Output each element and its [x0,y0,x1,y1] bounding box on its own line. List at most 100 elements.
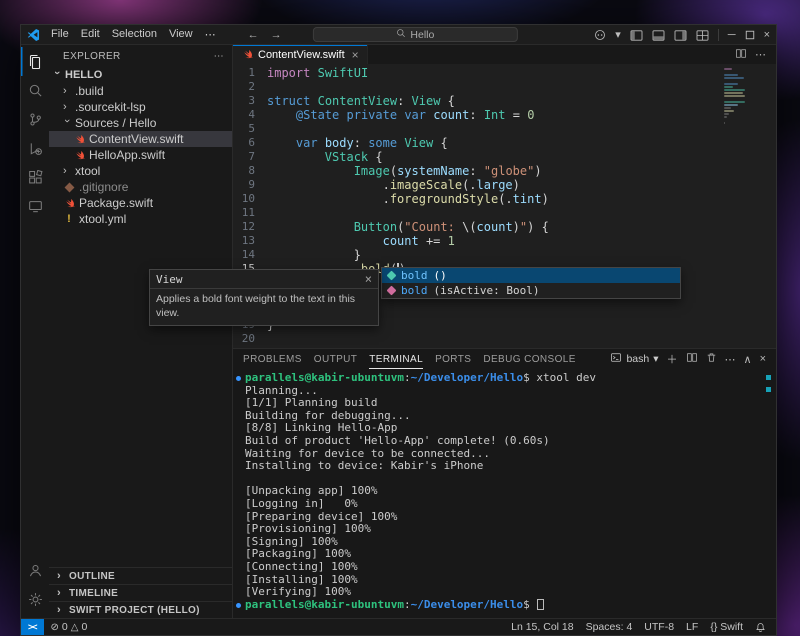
tree-item-sources-hello[interactable]: › Sources / Hello [49,115,232,131]
close-panel-icon[interactable]: × [760,353,766,365]
explorer-icon[interactable] [21,47,49,76]
code-line[interactable]: 9 .imageScale(.large) [233,178,776,192]
toggle-panel-icon[interactable] [652,29,665,41]
remote-indicator[interactable]: >< [21,619,44,635]
shell-chevron-icon[interactable]: ▾ [653,353,658,365]
activity-bar [21,45,49,618]
chevron-down-icon: › [61,119,73,123]
menu-edit[interactable]: Edit [75,28,106,41]
line-number: 14 [241,248,255,261]
terminal-line[interactable]: parallels@kabir-ubuntuvm:~/Developer/Hel… [236,598,768,612]
code-line[interactable]: 11 [233,206,776,220]
tree-item-xtool[interactable]: › xtool [49,163,232,179]
code-line[interactable]: 12 Button("Count: \(count)") { [233,220,776,234]
panel-tab-problems[interactable]: PROBLEMS [243,349,302,369]
tree-item-contentview-swift[interactable]: ContentView.swift [49,131,232,147]
code-line[interactable]: 3 struct ContentView: View { [233,94,776,108]
tree-item-build[interactable]: › .build [49,83,232,99]
tree-root-hello[interactable]: › HELLO [49,67,232,83]
code-line[interactable]: 5 [233,122,776,136]
close-tab-icon[interactable]: × [352,48,359,62]
maximize-panel-icon[interactable]: ∧ [744,353,752,366]
menu-more[interactable]: ⋯ [199,28,222,41]
shell-selector[interactable]: bash ▾ [610,352,659,366]
copilot-chevron-icon[interactable]: ▾ [615,25,621,45]
split-editor-icon[interactable] [735,48,747,62]
tab-contentview-swift[interactable]: ContentView.swift × [233,45,368,64]
menu-bar: File Edit Selection View ⋯ [45,28,222,41]
maximize-icon[interactable] [745,30,755,40]
tree-item-label: HelloApp.swift [89,148,166,162]
toggle-sidebar-icon[interactable] [630,29,643,41]
tooltip-close-icon[interactable]: × [365,272,372,286]
panel-tab-terminal[interactable]: TERMINAL [369,349,423,369]
section-timeline[interactable]: › TIMELINE [49,584,232,601]
status-language[interactable]: {} Swift [704,621,749,633]
settings-gear-icon[interactable] [21,585,49,614]
problems-status[interactable]: ⊘ 0 △ 0 [44,621,95,633]
section-label: TIMELINE [69,587,119,599]
code-line[interactable]: 1 import SwiftUI [233,66,776,80]
extensions-icon[interactable] [21,163,49,192]
panel-tab-debug-console[interactable]: DEBUG CONSOLE [483,349,575,369]
menu-file[interactable]: File [45,28,75,41]
source-control-icon[interactable] [21,105,49,134]
search-icon[interactable] [21,76,49,105]
section-outline[interactable]: › OUTLINE [49,567,232,584]
tree-item-package-swift[interactable]: Package.swift [49,195,232,211]
new-terminal-icon[interactable]: ＋ [667,351,678,367]
menu-view[interactable]: View [163,28,199,41]
section-swift-project-hello[interactable]: › SWIFT PROJECT (HELLO) [49,601,232,618]
code-line[interactable]: 14 } [233,248,776,262]
editor-group: ContentView.swift × ⋯ 1 import SwiftUI 2 3 s… [233,45,776,618]
copilot-icon[interactable] [594,29,606,41]
tree-item-sourcekit-lsp[interactable]: › .sourcekit-lsp [49,99,232,115]
run-debug-icon[interactable] [21,134,49,163]
suggest-item-bold[interactable]: bold () [382,268,680,283]
code-line[interactable]: 8 Image(systemName: "globe") [233,164,776,178]
close-window-icon[interactable]: × [764,25,770,45]
code-line[interactable]: 10 .foregroundStyle(.tint) [233,192,776,206]
kill-terminal-icon[interactable] [706,352,717,366]
panel-header: PROBLEMS OUTPUT TERMINAL PORTS DEBUG CONSOLE… [233,349,776,369]
warning-icon: △ [70,621,79,633]
nav-forward-icon[interactable]: → [271,29,282,41]
titlebar-divider [717,29,719,41]
tree-item-xtool-yml[interactable]: ! xtool.yml [49,211,232,227]
code-line[interactable]: 4 @State private var count: Int = 0 [233,108,776,122]
remote-explorer-icon[interactable] [21,192,49,221]
command-center-search[interactable]: Hello [312,27,518,42]
line-number: 9 [248,178,255,191]
code-line[interactable]: 20 [233,332,776,346]
minimize-icon[interactable]: ─ [728,25,736,45]
code-line[interactable]: 6 var body: some View { [233,136,776,150]
tree-item-gitignore[interactable]: .gitignore [49,179,232,195]
split-terminal-icon[interactable] [686,352,698,366]
code-line[interactable]: 7 VStack { [233,150,776,164]
editor-more-actions-icon[interactable]: ⋯ [755,48,766,61]
section-label: OUTLINE [69,570,115,582]
views-more-actions-icon[interactable]: ⋯ [214,51,224,62]
panel-tab-ports[interactable]: PORTS [435,349,471,369]
bell-icon[interactable] [751,622,770,633]
status-encoding[interactable]: UTF-8 [638,621,680,633]
status-indentation[interactable]: Spaces: 4 [580,621,639,633]
status-line-col[interactable]: Ln 15, Col 18 [505,621,579,633]
nav-back-icon[interactable]: ← [248,29,259,41]
panel-more-actions-icon[interactable]: ⋯ [725,353,736,366]
code-line[interactable]: 13 count += 1 [233,234,776,248]
customize-layout-icon[interactable] [696,29,709,41]
status-eol[interactable]: LF [680,621,704,633]
minimap[interactable] [724,68,768,128]
account-icon[interactable] [21,556,49,585]
code-line[interactable]: 2 [233,80,776,94]
toggle-secondary-sidebar-icon[interactable] [674,29,687,41]
terminal[interactable]: parallels@kabir-ubuntuvm:~/Developer/Hel… [233,369,776,618]
menu-selection[interactable]: Selection [106,28,163,41]
error-icon: ⊘ [50,621,59,633]
terminal-line[interactable]: Installing to device: Kabir's iPhone [245,459,768,473]
terminal-line[interactable]: parallels@kabir-ubuntuvm:~/Developer/Hel… [236,371,768,385]
suggest-item-bold-isactive-bool[interactable]: bold (isActive: Bool) [382,283,680,298]
panel-tab-output[interactable]: OUTPUT [314,349,358,369]
tree-item-helloapp-swift[interactable]: HelloApp.swift [49,147,232,163]
